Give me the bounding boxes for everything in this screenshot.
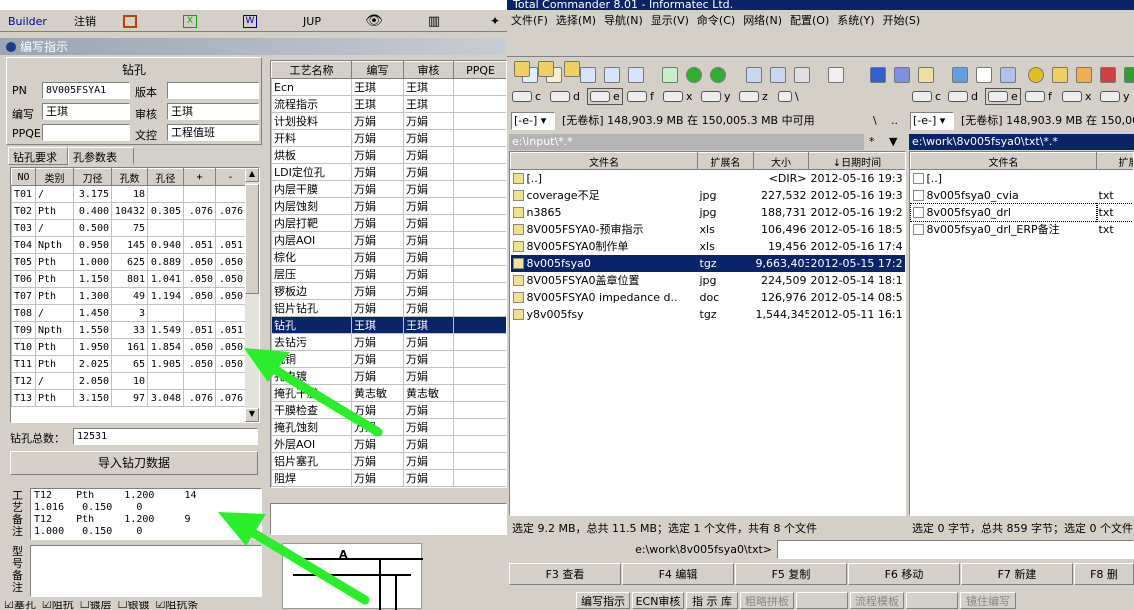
annotation-arrows	[0, 0, 1134, 609]
lower-arrow-icon	[218, 512, 365, 600]
upper-arrow-icon	[244, 348, 378, 432]
